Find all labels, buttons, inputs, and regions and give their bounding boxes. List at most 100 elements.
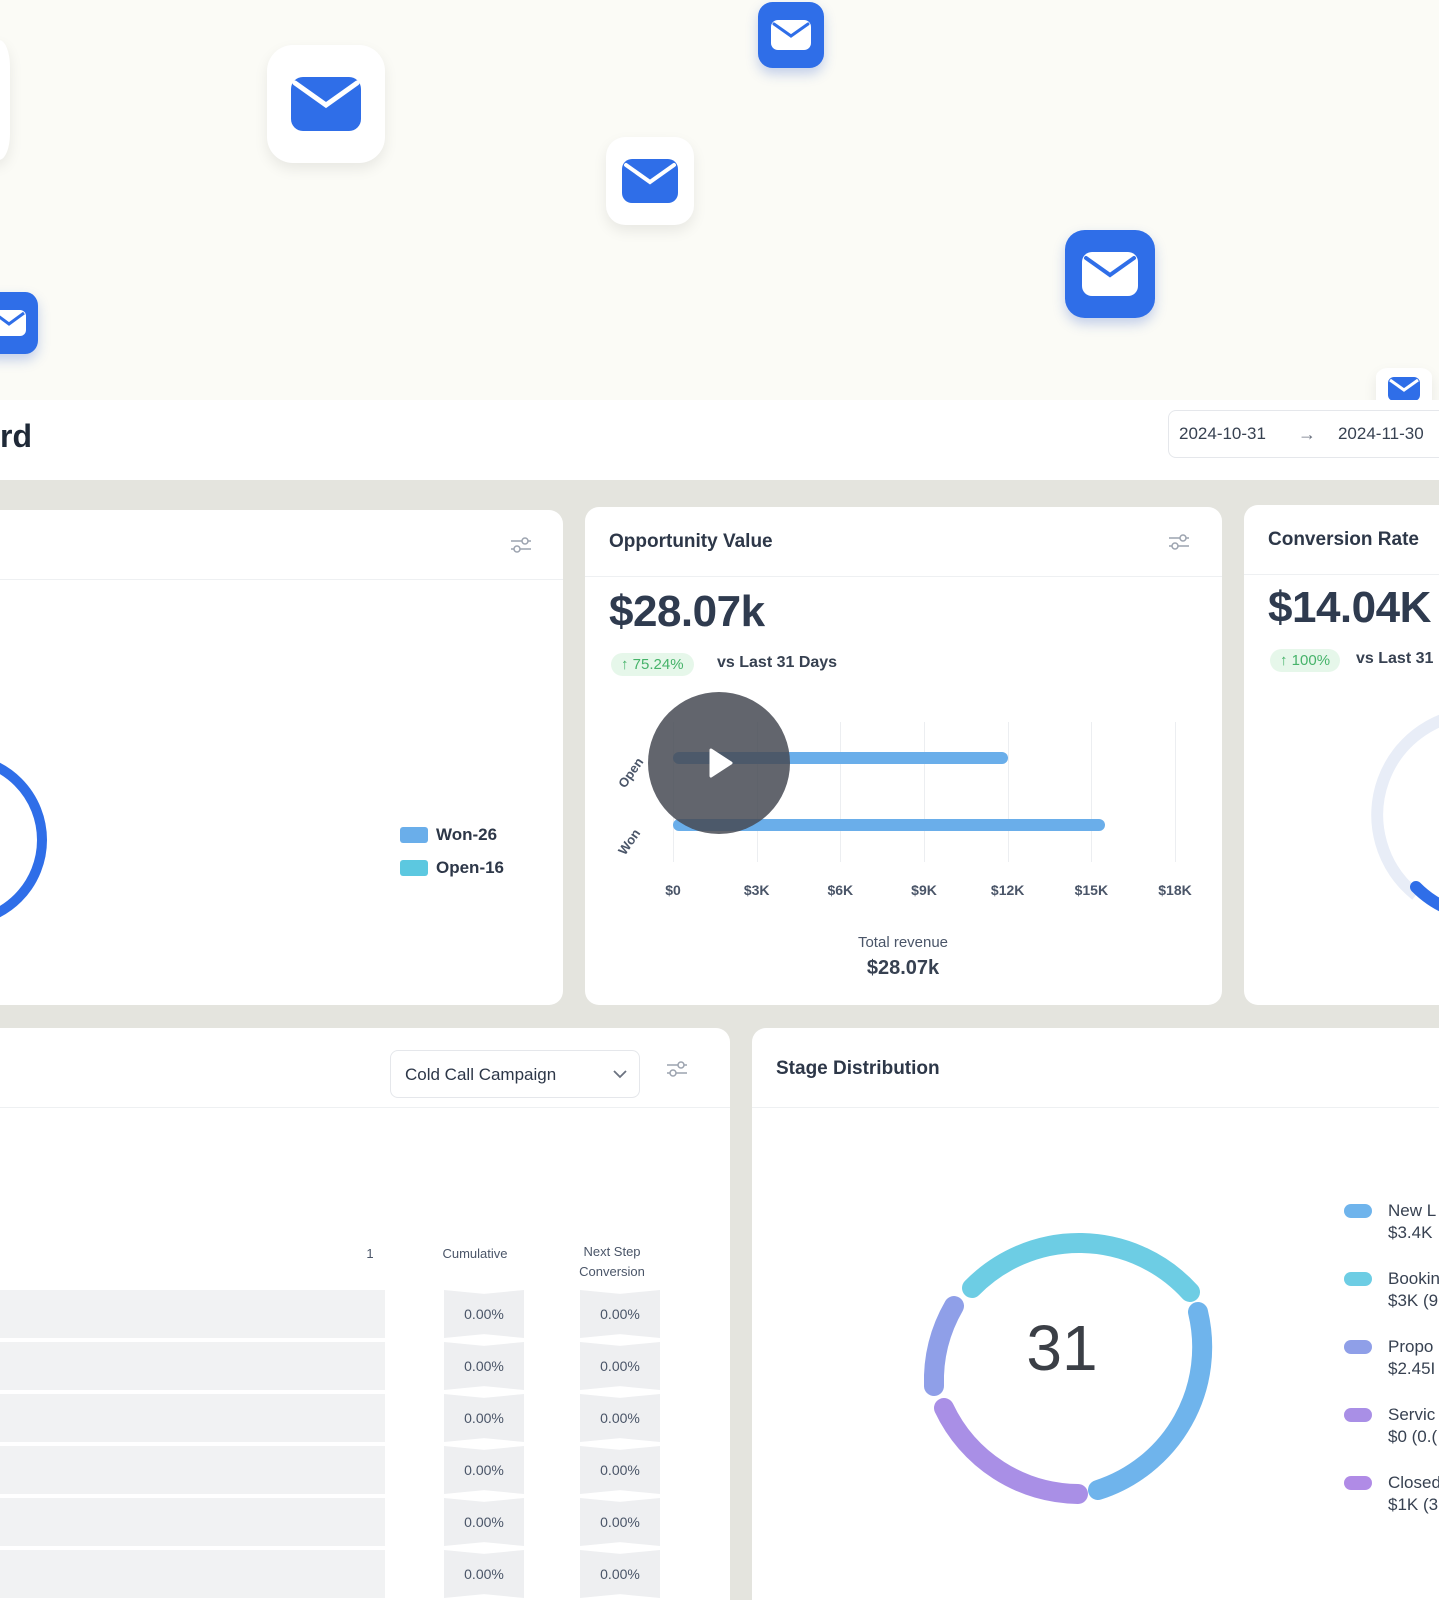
mail-icon: [0, 292, 38, 354]
table-row: [0, 1342, 385, 1390]
dashboard-header: rd 2024-10-31 → 2024-11-30: [0, 400, 1439, 480]
filter-settings-icon[interactable]: [510, 536, 532, 554]
campaign-select[interactable]: Cold Call Campaign: [390, 1050, 640, 1098]
x-tick-label: $6K: [827, 882, 854, 898]
legend-line: Closed: [1388, 1473, 1439, 1492]
mail-icon: [267, 45, 385, 163]
cumulative-cell: 0.00%: [444, 1290, 524, 1338]
legend-text: New L $3.4K: [1388, 1200, 1436, 1244]
table-row: [0, 1394, 385, 1442]
conversion-gauge: [1371, 714, 1439, 912]
legend-swatch: [1344, 1340, 1372, 1354]
mail-icon: [0, 40, 10, 160]
gridline: [840, 722, 842, 862]
legend-text: Closed $1K (3: [1388, 1472, 1439, 1516]
legend-label: Open-16: [436, 858, 505, 877]
stage-legend-item: Servic $0 (0.(: [1344, 1404, 1437, 1448]
gridline: [1007, 722, 1009, 862]
play-icon: [709, 748, 733, 778]
table-row: [0, 1446, 385, 1494]
cumulative-cell: 0.00%: [444, 1446, 524, 1494]
column-header-line: Conversion: [579, 1264, 645, 1279]
legend-line: New L: [1388, 1201, 1437, 1220]
total-revenue-value: $28.07k: [866, 957, 940, 979]
conversion-value: $14.04K: [1268, 583, 1431, 632]
date-range-picker[interactable]: 2024-10-31 → 2024-11-30: [1168, 410, 1439, 458]
stage-total: 31: [1026, 1312, 1098, 1384]
mail-icon: [1065, 230, 1155, 318]
legend-line: $1K (3: [1388, 1495, 1439, 1514]
legend-swatch: [400, 860, 428, 876]
stage-distribution-card: Stage Distribution 31 New L $3.4K Bookin $3…: [752, 1028, 1439, 1600]
table-row: [0, 1550, 385, 1598]
card-title: Stage Distribution: [776, 1058, 940, 1079]
mail-icon: [758, 2, 824, 68]
y-category-label: Open: [615, 754, 647, 791]
play-button[interactable]: [648, 692, 790, 834]
legend-text: Propo $2.45I: [1388, 1336, 1435, 1380]
legend-swatch: [1344, 1476, 1372, 1490]
x-tick-label: $3K: [743, 882, 770, 898]
gridline: [924, 722, 925, 862]
column-header-partial: 1: [366, 1246, 374, 1261]
stage-legend-item: Propo $2.45I: [1344, 1336, 1435, 1380]
cumulative-cell: 0.00%: [444, 1394, 524, 1442]
card-header: Stage Distribution: [752, 1028, 1439, 1108]
legend-line: $3K (9: [1388, 1291, 1439, 1310]
next-step-cell: 0.00%: [580, 1342, 660, 1390]
legend-line: Propo: [1388, 1337, 1434, 1356]
campaign-select-value: Cold Call Campaign: [405, 1065, 557, 1084]
card-header: Cold Call Campaign: [0, 1028, 730, 1108]
total-revenue-label: Total revenue: [857, 934, 949, 951]
next-step-cell: 0.00%: [580, 1394, 660, 1442]
table-row: [0, 1498, 385, 1546]
date-start[interactable]: 2024-10-31: [1179, 424, 1266, 444]
opportunity-status-card: Won-26 Open-16: [0, 510, 563, 1005]
legend-line: Servic: [1388, 1405, 1436, 1424]
stage-legend-item: Bookin $3K (9: [1344, 1268, 1439, 1312]
status-donut: [0, 762, 47, 918]
column-header-line: Next Step: [583, 1244, 641, 1259]
table-row: [0, 1290, 385, 1338]
mail-icon: [606, 137, 694, 225]
x-tick-label: $18K: [1158, 882, 1192, 898]
legend-swatch: [1344, 1204, 1372, 1218]
funnel-card: Cold Call Campaign 1 Cumulative Next Ste…: [0, 1028, 730, 1600]
legend-text: Servic $0 (0.(: [1388, 1404, 1437, 1448]
x-tick-label: $0: [665, 882, 681, 898]
legend-item-won: Won-26: [400, 825, 497, 845]
legend-swatch: [1344, 1408, 1372, 1422]
y-category-label: Won: [615, 826, 644, 858]
legend-swatch: [1344, 1272, 1372, 1286]
x-tick-label: $12K: [990, 882, 1025, 898]
change-badge: ↑ 100%: [1270, 649, 1341, 672]
legend-label: Won-26: [436, 825, 498, 844]
filter-settings-icon[interactable]: [666, 1060, 688, 1078]
legend-line: $3.4K: [1388, 1223, 1433, 1242]
x-tick-label: $9K: [911, 882, 937, 898]
cumulative-cell: 0.00%: [444, 1342, 524, 1390]
legend-line: $0 (0.(: [1388, 1427, 1438, 1446]
next-step-cell: 0.00%: [580, 1550, 660, 1598]
gridline: [1175, 722, 1176, 862]
column-header-next-step: Next Step Conversion: [562, 1242, 662, 1282]
card-header: Conversion Rate: [1244, 505, 1439, 575]
legend-item-open: Open-16: [400, 858, 504, 878]
card-title: Conversion Rate: [1268, 529, 1419, 550]
card-header: [0, 510, 563, 580]
legend-line: Bookin: [1388, 1269, 1439, 1288]
next-step-cell: 0.00%: [580, 1290, 660, 1338]
next-step-cell: 0.00%: [580, 1446, 660, 1494]
legend-swatch: [400, 827, 428, 843]
stage-legend-item: New L $3.4K: [1344, 1200, 1436, 1244]
gridline: [1091, 722, 1093, 862]
chevron-down-icon: [613, 1070, 627, 1079]
conversion-rate-card: Conversion Rate $14.04K ↑ 100% vs Last 3…: [1244, 505, 1439, 1005]
legend-text: Bookin $3K (9: [1388, 1268, 1439, 1312]
cumulative-cell: 0.00%: [444, 1550, 524, 1598]
dashboard: rd 2024-10-31 → 2024-11-30 Won-26 Open-1…: [0, 400, 1439, 1600]
cumulative-cell: 0.00%: [444, 1498, 524, 1546]
date-end[interactable]: 2024-11-30: [1338, 424, 1424, 444]
next-step-cell: 0.00%: [580, 1498, 660, 1546]
arrow-right-icon: →: [1297, 423, 1316, 444]
